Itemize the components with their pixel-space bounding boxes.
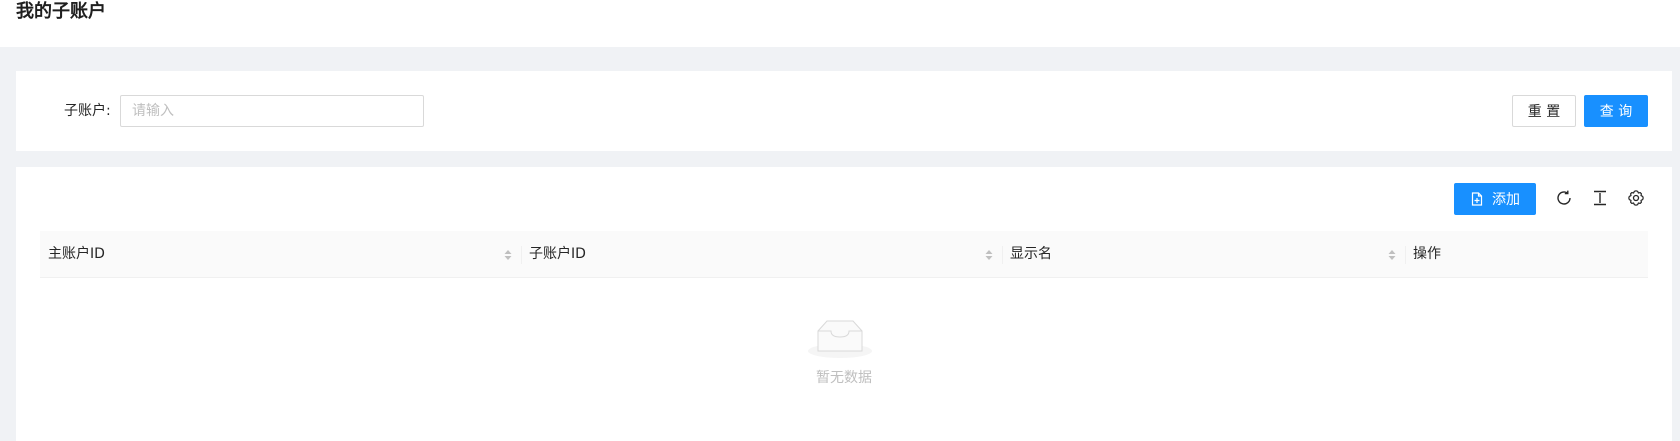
column-header-display-name[interactable]: 显示名	[1002, 231, 1405, 278]
file-add-icon	[1471, 192, 1483, 206]
setting-icon[interactable]	[1626, 188, 1646, 208]
empty-text: 暂无数据	[816, 370, 872, 386]
page-header: 我的子账户	[0, 0, 1680, 47]
add-button[interactable]: 添加	[1454, 183, 1536, 215]
column-header-sub-account-id[interactable]: 子账户ID	[521, 231, 1002, 278]
column-header-actions: 操作	[1413, 246, 1441, 262]
sort-icon[interactable]	[503, 248, 513, 262]
query-button[interactable]: 查 询	[1584, 95, 1648, 127]
empty-state: 暂无数据	[40, 279, 1648, 439]
table-card: 添加 主账户ID 子账户ID 显示名 操作 暂无数据	[16, 167, 1672, 441]
add-button-label: 添加	[1492, 192, 1520, 208]
sort-icon[interactable]	[1387, 248, 1397, 262]
empty-inbox-icon	[808, 320, 872, 358]
column-height-icon[interactable]	[1590, 188, 1610, 208]
sub-account-input[interactable]	[120, 95, 424, 127]
reload-icon[interactable]	[1554, 188, 1574, 208]
reset-button[interactable]: 重 置	[1512, 95, 1576, 127]
sort-icon[interactable]	[984, 248, 994, 262]
sub-account-label: 子账户:	[64, 103, 111, 119]
column-header-main-account-id[interactable]: 主账户ID	[40, 231, 521, 278]
table-header: 主账户ID 子账户ID 显示名 操作	[40, 231, 1648, 278]
search-form: 子账户: 重 置 查 询	[16, 71, 1672, 151]
page-title: 我的子账户	[16, 1, 106, 22]
